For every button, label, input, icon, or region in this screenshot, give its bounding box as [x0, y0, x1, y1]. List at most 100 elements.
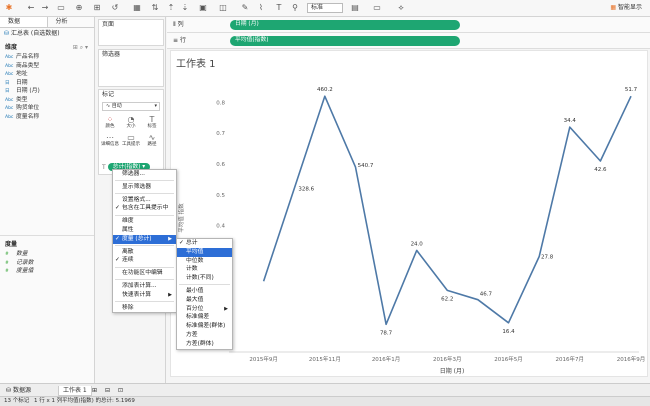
menu-item[interactable]: 最大值 [177, 296, 232, 305]
menu-item[interactable]: ✓ 连续 [113, 256, 176, 265]
field-name: 商品类型 [16, 62, 40, 69]
columns-label-text: 列 [177, 21, 184, 28]
share-icon[interactable]: ⟡ [396, 3, 406, 13]
filters-card[interactable]: 筛选器 [98, 49, 164, 87]
menu-item[interactable]: 最小值 [177, 287, 232, 296]
menu-separator [115, 214, 174, 216]
menu-item[interactable]: 离散 [113, 248, 176, 257]
aggregation-submenu: ✓ 总计 平均值 中位数 计数 计数(不同) 最小值 最大值 百分位 ▶ 标准偏差 标准偏差(群体) 方… [176, 238, 233, 350]
menu-item[interactable]: 添加表计算... [113, 282, 176, 291]
group-icon[interactable]: ◫ [218, 3, 228, 13]
mark-detail-button[interactable]: ⋯ 详细信息 [101, 133, 119, 148]
new-story-icon[interactable]: ⊡ [114, 386, 127, 395]
menu-item[interactable]: 平均值 [177, 247, 232, 257]
menu-item[interactable]: 设置格式... [113, 196, 176, 205]
menu-item[interactable]: 快速表计算 ▶ [113, 291, 176, 300]
menu-item[interactable]: 在功能区中编辑 [113, 269, 176, 278]
menu-item[interactable]: 显示筛选器 [113, 183, 176, 192]
new-datasource-icon[interactable]: ⊕ [74, 3, 84, 13]
menu-item[interactable]: 标准偏差 [177, 313, 232, 322]
menu-item[interactable]: ✓ 包含在工具提示中 [113, 204, 176, 213]
menu-item[interactable]: 中位数 [177, 257, 232, 266]
menu-item[interactable]: 维度 [113, 217, 176, 226]
save-icon[interactable]: ▭ [56, 3, 66, 13]
columns-shelf[interactable]: ⦀ 列 日期 (月) [167, 17, 650, 33]
field-type-icon: # [5, 269, 9, 274]
dimension-field[interactable]: Abc 类型 [0, 96, 94, 105]
new-dashboard-icon[interactable]: ⊟ [101, 386, 114, 395]
label-pill-icon: T [102, 163, 106, 171]
dimensions-title: 维度 [5, 44, 18, 51]
menu-item-label: 显示筛选器 [122, 183, 151, 190]
forward-icon[interactable]: → [40, 3, 50, 13]
measure-field[interactable]: # 度量值 [0, 267, 94, 276]
mark-path-button[interactable]: ∿ 路径 [143, 133, 161, 148]
menu-item[interactable]: ✓ 度量 (总计) ▶ [113, 234, 176, 244]
new-sheet-icon[interactable]: ⊞ [92, 3, 102, 13]
datasource-item[interactable]: ⛁ 汇总表 (自选数据) [0, 28, 94, 39]
tableau-logo-icon[interactable]: ✱ [4, 3, 14, 13]
new-worksheet-icon[interactable]: ⊞ [88, 386, 101, 395]
dimension-field[interactable]: Abc 度量名称 [0, 113, 94, 122]
dimension-field[interactable]: Abc 地址 [0, 70, 94, 79]
sort-asc-icon[interactable]: ⇡ [166, 3, 176, 13]
data-label: 24.0 [411, 241, 424, 247]
back-icon[interactable]: ← [26, 3, 36, 13]
data-label: 62.2 [441, 296, 453, 302]
dimension-field[interactable]: 日日期 [0, 79, 94, 88]
mark-label-button[interactable]: T 标签 [143, 115, 161, 130]
tab-data[interactable]: 数据 [0, 17, 48, 27]
rows-label: ≡ 行 [173, 37, 186, 45]
label-icon[interactable]: T [274, 3, 284, 13]
mark-button-label: 详细信息 [101, 142, 119, 147]
dimension-field[interactable]: Abc 商品类型 [0, 62, 94, 71]
fit-select[interactable]: 标准 [307, 3, 343, 13]
clear-icon[interactable]: ▣ [198, 3, 208, 13]
show-me-icon[interactable]: ▦ [132, 3, 142, 13]
mark-color-button[interactable]: ⁘ 颜色 [101, 115, 119, 130]
tab-datasource[interactable]: ⛁ 数据源 [2, 386, 35, 395]
menu-item-label: 筛选器... [122, 171, 145, 177]
rows-shelf[interactable]: ≡ 行 平均值(指数) [167, 33, 650, 49]
rows-pill[interactable]: 平均值(指数) [230, 36, 460, 46]
pages-card[interactable]: 页面 [98, 19, 164, 46]
tab-sheet-1[interactable]: 工作表 1 [58, 386, 92, 396]
menu-item[interactable]: 标准偏差(群体) [177, 322, 232, 331]
datasource-tab-label: 数据源 [12, 387, 31, 394]
columns-pill[interactable]: 日期 (月) [230, 20, 460, 30]
menu-item[interactable]: 移除 [113, 304, 176, 313]
presentation-icon[interactable]: ▭ [372, 3, 382, 13]
menu-item-label: 计数 [186, 266, 198, 273]
mark-tooltip-button[interactable]: ▭ 工具提示 [122, 133, 140, 148]
annotate-icon[interactable]: ⌇ [256, 3, 266, 13]
menu-item-label: 方差 [186, 331, 198, 338]
data-label: 78.7 [380, 330, 393, 336]
tab-analysis[interactable]: 分析 [48, 17, 95, 27]
smart-show-button[interactable]: ▦ 智能显示 [610, 3, 642, 13]
search-icon[interactable]: ⊞ ⌕ ▾ [73, 43, 88, 53]
menu-item[interactable]: 属性 [113, 226, 176, 235]
menu-item[interactable]: ✓ 总计 [177, 239, 232, 248]
fix-axes-icon[interactable]: ▤ [350, 3, 360, 13]
sort-desc-icon[interactable]: ⇣ [180, 3, 190, 13]
dimension-field[interactable]: 日日期 (月) [0, 87, 94, 96]
menu-item[interactable]: 筛选器... [113, 170, 176, 179]
mark-size-button[interactable]: ◔ 大小 [122, 115, 140, 130]
measure-field[interactable]: # 记录数 [0, 259, 94, 268]
marks-type-label: 自动 [111, 103, 122, 109]
menu-item[interactable]: 方差(群体) [177, 340, 232, 349]
swap-icon[interactable]: ⇅ [150, 3, 160, 13]
measure-field[interactable]: # 数量 [0, 250, 94, 259]
menu-item[interactable]: 计数(不同) [177, 274, 232, 283]
marks-type-select[interactable]: ∿ 自动 ▾ [102, 102, 160, 111]
dimension-field[interactable]: Abc 购货单位 [0, 104, 94, 113]
undo-icon[interactable]: ↺ [110, 3, 120, 13]
menu-item[interactable]: 百分位 ▶ [177, 305, 232, 314]
pin-icon[interactable]: ⚲ [290, 3, 300, 13]
dimension-field[interactable]: Abc 产品名称 [0, 53, 94, 62]
menu-item[interactable]: 计数 [177, 265, 232, 274]
line-chart[interactable]: 0.10.20.30.40.50.60.70.8平均值 指数2015年9月201… [171, 51, 649, 378]
field-name: 数量 [16, 251, 28, 257]
menu-item[interactable]: 方差 [177, 331, 232, 340]
highlight-icon[interactable]: ✎ [240, 3, 250, 13]
